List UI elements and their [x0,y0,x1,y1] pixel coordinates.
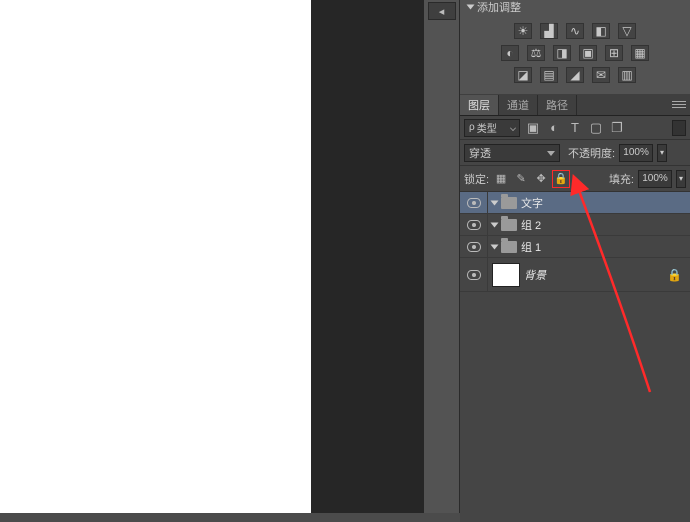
filter-shape-icon[interactable]: ▢ [588,120,604,136]
right-panel: 添加调整 ☀ ▟ ∿ ◧ ▽ ◐ ⚖ ◨ ▣ ⊞ ▦ ◪ ▤ ◢ ✉ ▥ 图层 … [460,0,690,513]
lock-image-icon[interactable]: ✎ [513,171,529,187]
folder-icon [501,241,517,253]
blend-mode-value: 穿透 [469,145,491,161]
adjustments-grid: ☀ ▟ ∿ ◧ ▽ ◐ ⚖ ◨ ▣ ⊞ ▦ ◪ ▤ ◢ ✉ ▥ [460,14,690,94]
opacity-dropdown-icon[interactable]: ▾ [657,144,667,162]
hue-saturation-icon[interactable]: ◐ [501,45,519,61]
black-white-icon[interactable]: ◨ [553,45,571,61]
posterize-icon[interactable]: ▤ [540,67,558,83]
tab-paths[interactable]: 路径 [538,95,577,115]
layer-filter-row: ρ 类型 ▣ ◐ T ▢ ❐ [460,116,690,140]
layer-row[interactable]: 组 2 [460,214,690,236]
collapse-panel-button[interactable]: ◂ [428,2,456,20]
adjustments-title: 添加调整 [477,0,521,15]
filter-pixel-icon[interactable]: ▣ [525,120,541,136]
gradient-map-icon[interactable]: ✉ [592,67,610,83]
group-disclosure-icon[interactable] [491,200,499,205]
layer-row[interactable]: 组 1 [460,236,690,258]
levels-icon[interactable]: ▟ [540,23,558,39]
lock-icon: 🔒 [667,268,682,282]
invert-icon[interactable]: ◪ [514,67,532,83]
filter-kind-select[interactable]: ρ 类型 [464,119,520,137]
visibility-toggle[interactable] [460,214,488,235]
disclosure-icon [467,5,475,10]
lock-row: 锁定: ▦ ✎ ✥ 🔒 填充: 100% ▾ [460,166,690,192]
filter-kind-label: 类型 [477,120,497,135]
filter-kind-prefix: ρ [469,122,475,133]
lock-all-icon[interactable]: 🔒 [553,171,569,187]
threshold-icon[interactable]: ◢ [566,67,584,83]
tab-channels[interactable]: 通道 [499,95,538,115]
layer-name[interactable]: 组 1 [521,239,541,255]
layer-thumbnail[interactable] [492,263,520,287]
visibility-toggle[interactable] [460,258,488,291]
photo-filter-icon[interactable]: ▣ [579,45,597,61]
eye-icon [467,198,481,208]
panel-dock-strip: ◂ [424,0,460,513]
lock-position-icon[interactable]: ✥ [533,171,549,187]
tab-layers[interactable]: 图层 [460,95,499,115]
layer-name[interactable]: 组 2 [521,217,541,233]
fill-label: 填充: [609,171,634,187]
opacity-value[interactable]: 100% [619,144,653,162]
opacity-label: 不透明度: [568,145,615,161]
pasteboard-area [311,0,424,513]
layer-row[interactable]: 文字 [460,192,690,214]
panel-tabs: 图层 通道 路径 [460,94,690,116]
eye-icon [467,270,481,280]
exposure-icon[interactable]: ◧ [592,23,610,39]
eye-icon [467,242,481,252]
fill-value[interactable]: 100% [638,170,672,188]
color-balance-icon[interactable]: ⚖ [527,45,545,61]
brightness-contrast-icon[interactable]: ☀ [514,23,532,39]
adjustments-header[interactable]: 添加调整 [460,0,690,14]
folder-icon [501,219,517,231]
group-disclosure-icon[interactable] [491,244,499,249]
layer-name[interactable]: 文字 [521,195,543,211]
channel-mixer-icon[interactable]: ⊞ [605,45,623,61]
layers-list: 文字 组 2 组 1 背景 🔒 [460,192,690,292]
selective-color-icon[interactable]: ▥ [618,67,636,83]
fill-dropdown-icon[interactable]: ▾ [676,170,686,188]
vibrance-icon[interactable]: ▽ [618,23,636,39]
layers-empty-area[interactable] [460,292,690,522]
eye-icon [467,220,481,230]
group-disclosure-icon[interactable] [491,222,499,227]
curves-icon[interactable]: ∿ [566,23,584,39]
lock-transparency-icon[interactable]: ▦ [493,171,509,187]
filter-toggle-switch[interactable] [672,120,686,136]
filter-smart-icon[interactable]: ❐ [609,120,625,136]
visibility-toggle[interactable] [460,192,488,213]
visibility-toggle[interactable] [460,236,488,257]
color-lookup-icon[interactable]: ▦ [631,45,649,61]
lock-label: 锁定: [464,171,489,187]
layer-row[interactable]: 背景 🔒 [460,258,690,292]
filter-adjustment-icon[interactable]: ◐ [546,120,562,136]
canvas-area[interactable] [0,0,311,513]
panel-menu-icon[interactable] [672,98,686,110]
blend-row: 穿透 不透明度: 100% ▾ [460,140,690,166]
folder-icon [501,197,517,209]
blend-mode-select[interactable]: 穿透 [464,144,560,162]
layer-name[interactable]: 背景 [524,267,546,283]
filter-type-icon[interactable]: T [567,120,583,136]
